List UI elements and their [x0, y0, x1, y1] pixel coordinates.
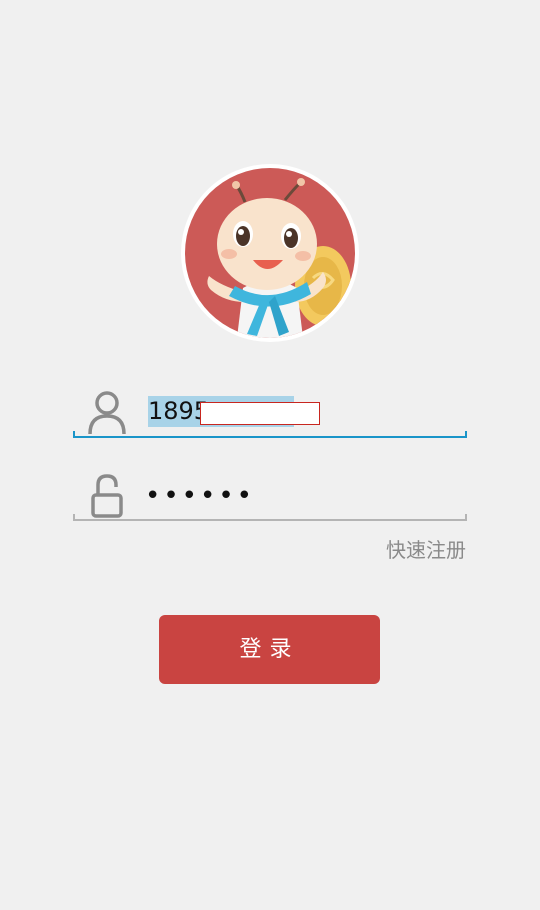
avatar: [181, 164, 359, 342]
quick-register-link[interactable]: 快速注册: [386, 537, 466, 563]
user-icon: [88, 391, 126, 435]
password-input-value[interactable]: ••••••: [145, 476, 255, 516]
password-field[interactable]: ••••••: [73, 461, 467, 521]
redaction-box: [200, 402, 320, 425]
phone-field-underline: [73, 431, 467, 438]
bee-mascot-avatar-icon: [185, 168, 355, 338]
unlock-icon: [91, 474, 123, 518]
password-field-underline: [73, 514, 467, 521]
phone-field[interactable]: 1895: [73, 378, 467, 438]
login-button[interactable]: 登录: [159, 615, 380, 684]
